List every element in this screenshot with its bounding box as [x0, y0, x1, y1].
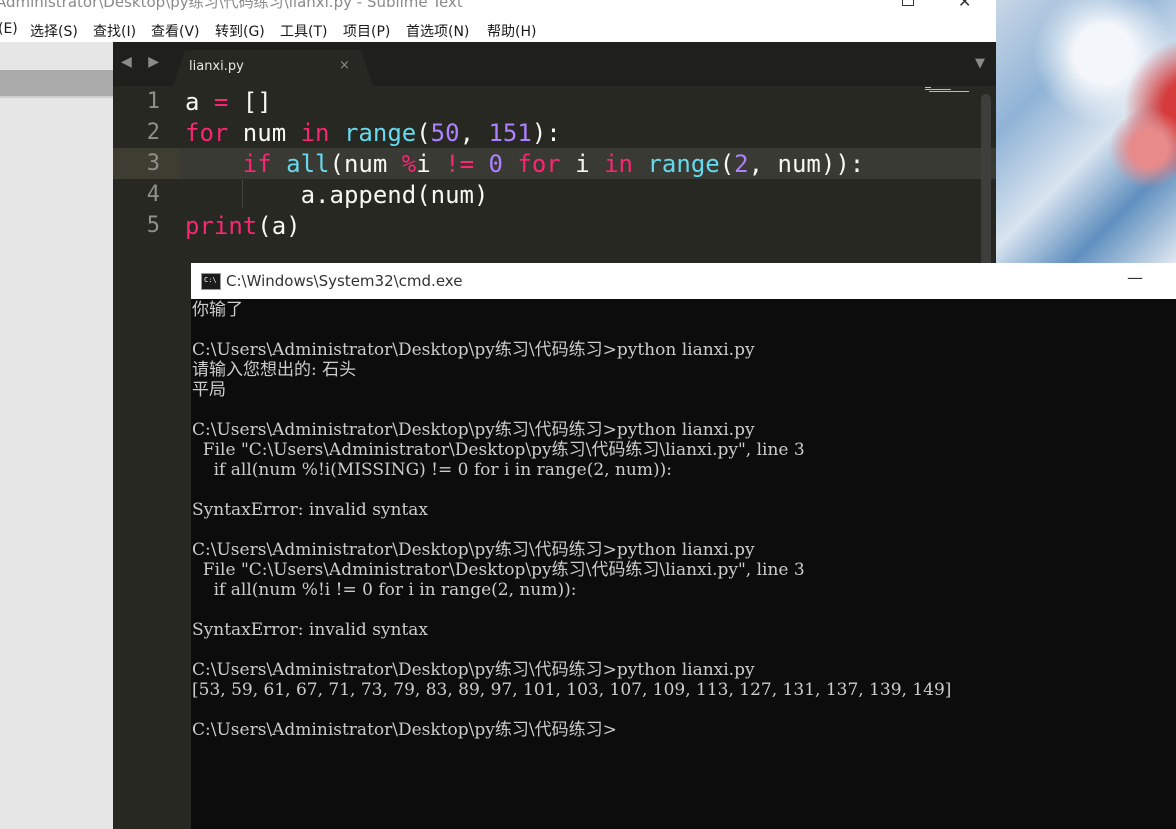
line-number: 1: [146, 89, 160, 114]
cmd-app-icon: C:\: [201, 273, 221, 290]
console-line: 平局: [192, 380, 226, 400]
line-number: 5: [146, 213, 160, 238]
console-line: C:\Users\Administrator\Desktop\py练习\代码练习…: [192, 540, 755, 560]
console-line: 你输了: [192, 300, 243, 320]
menu-edit[interactable]: (E): [0, 21, 18, 37]
tab-label[interactable]: lianxi.py: [189, 59, 244, 74]
tab-dropdown-icon[interactable]: ▼: [975, 56, 985, 71]
line-number: 2: [146, 120, 160, 145]
menu-find[interactable]: 查找(I): [93, 21, 136, 41]
console-line: C:\Users\Administrator\Desktop\py练习\代码练习…: [192, 660, 755, 680]
menu-preferences[interactable]: 首选项(N): [406, 21, 469, 41]
menu-bar: (E) 选择(S) 查找(I) 查看(V) 转到(G) 工具(T) 项目(P) …: [0, 16, 996, 42]
cmd-icon-text: C:\: [204, 276, 217, 284]
menu-selection[interactable]: 选择(S): [30, 21, 78, 41]
console-line: SyntaxError: invalid syntax: [192, 620, 429, 640]
sidebar-header: [0, 70, 113, 96]
cmd-titlebar[interactable]: C:\ C:\Windows\System32\cmd.exe —: [191, 263, 1176, 299]
line-number: 4: [146, 182, 160, 207]
tab-bar: ◀ ▶ lianxi.py × ▼: [113, 42, 996, 86]
console-line: File "C:\Users\Administrator\Desktop\py练…: [192, 440, 805, 460]
desktop-wallpaper: [996, 0, 1176, 270]
menu-view[interactable]: 查看(V): [151, 21, 200, 41]
window-title: Administrator\Desktop\py练习\代码练习\lianxi.p…: [0, 0, 463, 11]
sidebar-divider: [0, 96, 113, 98]
vertical-scrollbar[interactable]: [981, 94, 991, 274]
code-line[interactable]: if all(num %i != 0 for i in range(2, num…: [185, 150, 864, 178]
sublime-titlebar: Administrator\Desktop\py练习\代码练习\lianxi.p…: [0, 0, 996, 14]
code-line[interactable]: print(a): [185, 212, 301, 240]
cmd-title: C:\Windows\System32\cmd.exe: [226, 272, 463, 290]
close-icon[interactable]: ✕: [958, 0, 971, 11]
menu-project[interactable]: 项目(P): [343, 21, 390, 41]
console-line: 请输入您想出的: 石头: [192, 360, 357, 380]
menu-tools[interactable]: 工具(T): [280, 21, 327, 41]
console-line: SyntaxError: invalid syntax: [192, 500, 429, 520]
console-line: C:\Users\Administrator\Desktop\py练习\代码练习…: [192, 340, 755, 360]
console-line: [53, 59, 61, 67, 71, 73, 79, 83, 89, 97,…: [192, 680, 952, 700]
console-output[interactable]: 你输了 C:\Users\Administrator\Desktop\py练习\代…: [192, 300, 1172, 828]
line-number: 3: [146, 151, 160, 176]
sidebar: [0, 42, 113, 829]
menu-help[interactable]: 帮助(H): [487, 21, 536, 41]
menu-goto[interactable]: 转到(G): [215, 21, 265, 41]
minimap[interactable]: [923, 86, 973, 96]
console-line: if all(num %!i != 0 for i in range(2, nu…: [192, 580, 577, 600]
code-line[interactable]: a = []: [185, 88, 272, 116]
tab-close-icon[interactable]: ×: [339, 58, 350, 73]
console-line: if all(num %!i(MISSING) != 0 for i in ra…: [192, 460, 672, 480]
console-line: C:\Users\Administrator\Desktop\py练习\代码练习…: [192, 720, 617, 740]
minimize-icon[interactable]: —: [1127, 268, 1143, 287]
cmd-window: C:\ C:\Windows\System32\cmd.exe — 你输了 C:\…: [191, 263, 1176, 829]
code-line[interactable]: for num in range(50, 151):: [185, 119, 561, 147]
console-line: File "C:\Users\Administrator\Desktop\py练…: [192, 560, 805, 580]
code-line[interactable]: a.append(num): [185, 181, 489, 209]
maximize-icon[interactable]: [902, 0, 914, 6]
console-line: C:\Users\Administrator\Desktop\py练习\代码练习…: [192, 420, 755, 440]
line-gutter: 1 2 3 4 5: [113, 86, 180, 829]
tab-nav-arrows-icon[interactable]: ◀ ▶: [121, 54, 165, 70]
